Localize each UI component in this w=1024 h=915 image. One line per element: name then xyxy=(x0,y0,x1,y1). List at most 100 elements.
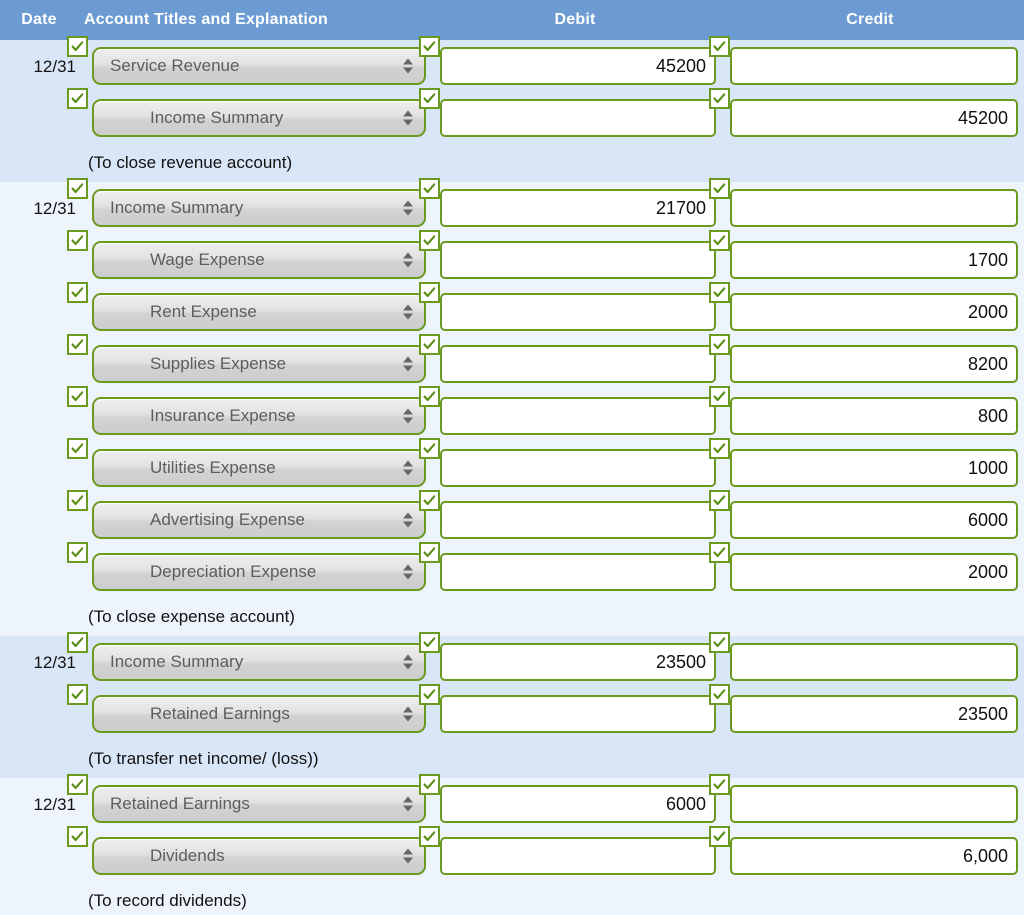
credit-check-icon[interactable] xyxy=(709,542,730,563)
triangle-down-icon[interactable] xyxy=(403,573,413,580)
credit-input[interactable]: 6000 xyxy=(730,501,1018,539)
account-select[interactable]: Dividends xyxy=(92,837,426,875)
account-select[interactable]: Depreciation Expense xyxy=(92,553,426,591)
credit-input[interactable]: 6,000 xyxy=(730,837,1018,875)
credit-input[interactable]: 800 xyxy=(730,397,1018,435)
account-select[interactable]: Retained Earnings xyxy=(92,695,426,733)
debit-check-icon[interactable] xyxy=(419,36,440,57)
spinner-icon[interactable] xyxy=(403,252,413,268)
credit-check-icon[interactable] xyxy=(709,230,730,251)
triangle-down-icon[interactable] xyxy=(403,857,413,864)
account-check-icon[interactable] xyxy=(67,230,88,251)
debit-check-icon[interactable] xyxy=(419,438,440,459)
debit-input[interactable] xyxy=(440,345,716,383)
account-check-icon[interactable] xyxy=(67,774,88,795)
debit-input[interactable]: 6000 xyxy=(440,785,716,823)
debit-check-icon[interactable] xyxy=(419,334,440,355)
debit-input[interactable] xyxy=(440,837,716,875)
spinner-icon[interactable] xyxy=(403,58,413,74)
spinner-icon[interactable] xyxy=(403,200,413,216)
account-select[interactable]: Income Summary xyxy=(92,189,426,227)
triangle-up-icon[interactable] xyxy=(403,304,413,311)
credit-check-icon[interactable] xyxy=(709,88,730,109)
triangle-down-icon[interactable] xyxy=(403,469,413,476)
spinner-icon[interactable] xyxy=(403,408,413,424)
credit-check-icon[interactable] xyxy=(709,774,730,795)
debit-input[interactable]: 21700 xyxy=(440,189,716,227)
debit-input[interactable] xyxy=(440,99,716,137)
account-check-icon[interactable] xyxy=(67,826,88,847)
account-check-icon[interactable] xyxy=(67,684,88,705)
spinner-icon[interactable] xyxy=(403,654,413,670)
triangle-up-icon[interactable] xyxy=(403,408,413,415)
credit-input[interactable]: 2000 xyxy=(730,293,1018,331)
debit-input[interactable] xyxy=(440,293,716,331)
spinner-icon[interactable] xyxy=(403,304,413,320)
debit-check-icon[interactable] xyxy=(419,230,440,251)
debit-check-icon[interactable] xyxy=(419,490,440,511)
debit-input[interactable] xyxy=(440,501,716,539)
account-select[interactable]: Retained Earnings xyxy=(92,785,426,823)
debit-check-icon[interactable] xyxy=(419,178,440,199)
triangle-up-icon[interactable] xyxy=(403,706,413,713)
triangle-down-icon[interactable] xyxy=(403,67,413,74)
debit-check-icon[interactable] xyxy=(419,282,440,303)
triangle-down-icon[interactable] xyxy=(403,209,413,216)
account-check-icon[interactable] xyxy=(67,632,88,653)
debit-check-icon[interactable] xyxy=(419,826,440,847)
triangle-up-icon[interactable] xyxy=(403,848,413,855)
credit-check-icon[interactable] xyxy=(709,684,730,705)
triangle-up-icon[interactable] xyxy=(403,200,413,207)
spinner-icon[interactable] xyxy=(403,564,413,580)
account-select[interactable]: Utilities Expense xyxy=(92,449,426,487)
debit-check-icon[interactable] xyxy=(419,88,440,109)
credit-input[interactable]: 45200 xyxy=(730,99,1018,137)
debit-input[interactable]: 45200 xyxy=(440,47,716,85)
triangle-up-icon[interactable] xyxy=(403,58,413,65)
credit-input[interactable]: 23500 xyxy=(730,695,1018,733)
debit-input[interactable] xyxy=(440,241,716,279)
triangle-up-icon[interactable] xyxy=(403,654,413,661)
credit-check-icon[interactable] xyxy=(709,36,730,57)
account-check-icon[interactable] xyxy=(67,542,88,563)
credit-input[interactable] xyxy=(730,643,1018,681)
account-check-icon[interactable] xyxy=(67,490,88,511)
triangle-up-icon[interactable] xyxy=(403,110,413,117)
credit-input[interactable]: 1700 xyxy=(730,241,1018,279)
spinner-icon[interactable] xyxy=(403,356,413,372)
credit-check-icon[interactable] xyxy=(709,334,730,355)
spinner-icon[interactable] xyxy=(403,110,413,126)
spinner-icon[interactable] xyxy=(403,460,413,476)
credit-check-icon[interactable] xyxy=(709,282,730,303)
credit-input[interactable] xyxy=(730,47,1018,85)
account-check-icon[interactable] xyxy=(67,386,88,407)
triangle-down-icon[interactable] xyxy=(403,805,413,812)
triangle-up-icon[interactable] xyxy=(403,356,413,363)
account-select[interactable]: Insurance Expense xyxy=(92,397,426,435)
account-check-icon[interactable] xyxy=(67,178,88,199)
account-select[interactable]: Rent Expense xyxy=(92,293,426,331)
credit-check-icon[interactable] xyxy=(709,438,730,459)
debit-check-icon[interactable] xyxy=(419,542,440,563)
triangle-up-icon[interactable] xyxy=(403,460,413,467)
triangle-down-icon[interactable] xyxy=(403,663,413,670)
account-select[interactable]: Supplies Expense xyxy=(92,345,426,383)
account-select[interactable]: Wage Expense xyxy=(92,241,426,279)
account-check-icon[interactable] xyxy=(67,282,88,303)
account-select[interactable]: Service Revenue xyxy=(92,47,426,85)
credit-input[interactable]: 1000 xyxy=(730,449,1018,487)
triangle-up-icon[interactable] xyxy=(403,796,413,803)
triangle-down-icon[interactable] xyxy=(403,715,413,722)
credit-check-icon[interactable] xyxy=(709,386,730,407)
credit-input[interactable] xyxy=(730,785,1018,823)
triangle-down-icon[interactable] xyxy=(403,261,413,268)
credit-check-icon[interactable] xyxy=(709,490,730,511)
account-check-icon[interactable] xyxy=(67,36,88,57)
account-check-icon[interactable] xyxy=(67,438,88,459)
triangle-down-icon[interactable] xyxy=(403,365,413,372)
debit-input[interactable] xyxy=(440,695,716,733)
spinner-icon[interactable] xyxy=(403,512,413,528)
spinner-icon[interactable] xyxy=(403,706,413,722)
debit-check-icon[interactable] xyxy=(419,774,440,795)
debit-check-icon[interactable] xyxy=(419,684,440,705)
